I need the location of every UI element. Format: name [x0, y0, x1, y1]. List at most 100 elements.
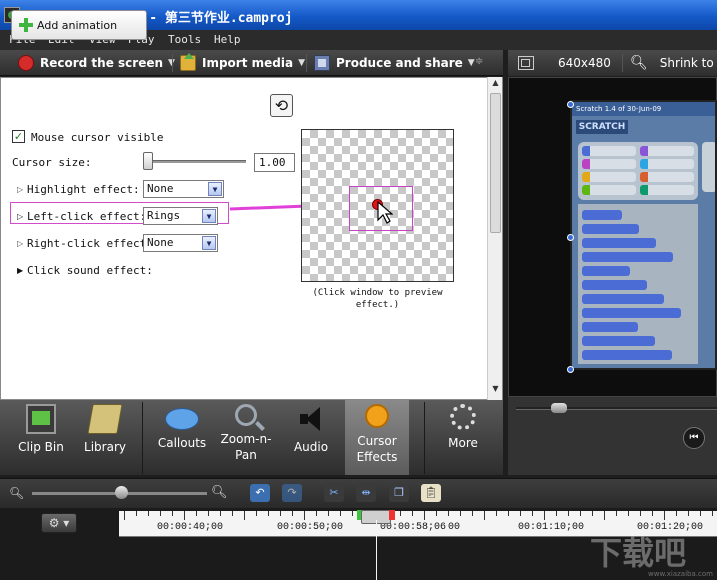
callouts-icon	[165, 408, 199, 430]
ruler-tick	[292, 511, 293, 516]
task-clip-bin[interactable]: Clip Bin	[8, 400, 74, 475]
task-label: Clip Bin	[18, 440, 64, 454]
right-click-effect-select[interactable]: None ▼	[143, 234, 218, 252]
watermark-text: 下载吧	[590, 534, 687, 572]
import-label: Import media	[202, 56, 294, 70]
script-block	[582, 336, 655, 346]
playback-scrubber-track[interactable]	[516, 407, 717, 410]
ruler-tick	[628, 511, 629, 516]
panel-scrollbar[interactable]: ▲ ▼	[487, 77, 502, 400]
produce-film-icon	[314, 55, 330, 71]
resize-handle[interactable]	[567, 366, 574, 373]
add-animation-button[interactable]: Add animation	[11, 10, 147, 40]
split-button[interactable]: ⇹	[356, 484, 376, 502]
scissors-icon: ✂	[329, 486, 339, 499]
playhead-line	[376, 520, 377, 580]
right-click-effect-value: None	[147, 236, 174, 249]
task-label: Library	[84, 440, 126, 454]
copy-button[interactable]: ❐	[389, 484, 409, 502]
undo-button[interactable]: ↶	[250, 484, 270, 502]
expand-triangle-icon[interactable]: ▶	[17, 266, 23, 275]
resize-handle[interactable]	[567, 101, 574, 108]
ruler-tick-label: 00:00:40;00	[157, 522, 224, 533]
scrollbar-thumb[interactable]	[490, 93, 501, 233]
category-button	[640, 185, 694, 195]
record-icon	[18, 55, 34, 71]
ruler-tick	[160, 511, 161, 516]
script-block	[582, 350, 672, 360]
ruler-tick	[532, 511, 533, 516]
plus-icon	[18, 17, 34, 33]
script-block	[582, 224, 639, 234]
cursor-size-slider-thumb[interactable]	[143, 152, 153, 170]
produce-share-button[interactable]: Produce and share ▼	[314, 54, 475, 72]
expand-triangle-icon[interactable]: ▷	[17, 185, 23, 194]
expand-triangle-icon[interactable]: ▷	[17, 239, 23, 248]
ruler-tick	[520, 511, 521, 516]
cursor-size-label: Cursor size:	[12, 156, 92, 169]
task-library[interactable]: Library	[74, 400, 136, 475]
zoom-in-icon[interactable]: 🔍︎	[211, 485, 228, 500]
chevron-down-icon: ▼	[208, 182, 222, 196]
canvas-tab	[702, 142, 715, 192]
timeline-zoom-thumb[interactable]	[115, 486, 128, 499]
task-divider	[142, 402, 143, 474]
cursor-size-input[interactable]: 1.00	[254, 153, 295, 172]
ruler-tick	[556, 511, 557, 516]
task-callouts[interactable]: Callouts	[150, 400, 214, 475]
resize-handle[interactable]	[567, 234, 574, 241]
ruler-tick	[616, 511, 617, 516]
expand-triangle-icon[interactable]: ▷	[17, 212, 23, 221]
zoom-out-icon[interactable]: 🔍︎	[9, 486, 24, 500]
task-divider	[424, 402, 425, 474]
redo-button[interactable]: ↷	[282, 484, 302, 502]
ruler-tick	[448, 511, 449, 516]
highlight-effect-value: None	[147, 182, 174, 195]
scroll-down-icon[interactable]: ▼	[489, 384, 502, 397]
clip-bin-icon	[26, 404, 56, 434]
toolbar-overflow-icon[interactable]: ≑	[475, 56, 483, 67]
cursor-size-slider-track[interactable]	[146, 160, 246, 163]
task-audio[interactable]: Audio	[280, 400, 342, 475]
scroll-up-icon[interactable]: ▲	[489, 78, 502, 91]
shrink-to-fit-button[interactable]: 🔍︎ Shrink to fit	[630, 55, 717, 71]
timeline-settings-button[interactable]: ⚙ ▾	[41, 513, 77, 533]
import-media-button[interactable]: Import media ▼	[180, 53, 305, 72]
highlight-effect-select[interactable]: None ▼	[143, 180, 224, 198]
ruler-tick	[688, 511, 689, 516]
canvas-app-titlebar: Scratch 1.4 of 30-Jun-09	[572, 102, 715, 116]
playback-scrubber-thumb[interactable]	[551, 403, 567, 413]
ruler-tick	[136, 511, 137, 516]
canvas-size-button[interactable]: 640x480	[518, 55, 611, 71]
more-icon	[450, 404, 476, 430]
ruler-tick	[640, 511, 641, 516]
left-click-effect-select[interactable]: Rings ▼	[143, 207, 218, 225]
task-zoom-n-pan[interactable]: Zoom-n- Pan	[214, 400, 278, 475]
paste-button[interactable]: 📋︎	[421, 484, 441, 502]
record-screen-button[interactable]: Record the screen ▼	[18, 54, 175, 72]
ruler-tick	[700, 511, 701, 516]
selection-end-marker[interactable]	[389, 510, 395, 520]
ruler-tick	[472, 511, 473, 516]
ruler-tick	[340, 511, 341, 516]
toolbar-divider	[172, 54, 173, 72]
category-button	[582, 159, 636, 169]
reset-button[interactable]: ⟲	[270, 94, 293, 117]
cut-button[interactable]: ✂	[324, 484, 344, 502]
menu-tools[interactable]: Tools	[168, 33, 201, 46]
ruler-tick	[328, 511, 329, 516]
menu-help[interactable]: Help	[214, 33, 241, 46]
canvas-clip[interactable]: Scratch 1.4 of 30-Jun-09 SCRATCH	[570, 100, 717, 370]
preview-toolbar: 640x480 🔍︎ Shrink to fit	[508, 50, 717, 76]
task-more[interactable]: More	[430, 400, 496, 475]
mouse-cursor-visible-checkbox[interactable]: ✓	[12, 130, 25, 143]
preview-caption: (Click window to preview effect.)	[305, 287, 450, 311]
ruler-tick	[592, 511, 593, 516]
paste-icon: 📋︎	[424, 486, 438, 499]
rewind-button[interactable]: ⏮	[683, 427, 705, 449]
task-cursor-effects[interactable]: Cursor Effects	[345, 400, 409, 475]
task-label: Cursor	[357, 434, 397, 448]
canvas-size-icon	[518, 56, 534, 70]
reset-arrow-icon: ⟲	[274, 96, 289, 115]
ruler-tick	[544, 511, 545, 520]
